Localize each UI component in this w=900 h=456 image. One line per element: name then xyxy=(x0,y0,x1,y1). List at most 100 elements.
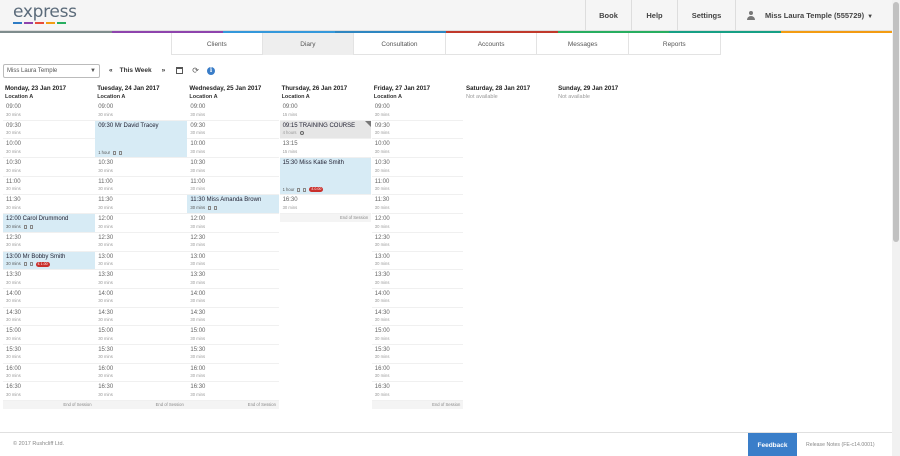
time-slot[interactable]: 09:30 30 mins xyxy=(371,120,464,140)
tab-consultation[interactable]: Consultation xyxy=(354,33,446,55)
time-slot[interactable]: 10:30 30 mins xyxy=(371,158,464,177)
time-slot[interactable]: 15:00 30 mins xyxy=(95,326,187,345)
time-slot[interactable]: 13:15 15 mins xyxy=(279,139,372,159)
time-slot[interactable]: 11:30 30 mins xyxy=(3,195,95,215)
release-notes-link[interactable]: Release Notes (FE-c14.0001) xyxy=(806,442,875,448)
slot-time: 14:30 xyxy=(98,309,114,316)
settings-button[interactable]: Settings xyxy=(677,0,735,31)
time-slot[interactable]: 14:30 30 mins xyxy=(187,307,279,327)
time-slot[interactable]: 12:30 30 mins xyxy=(371,232,464,252)
time-slot[interactable]: 15:00 30 mins xyxy=(371,326,464,345)
time-slot[interactable]: 11:00 30 mins xyxy=(371,176,464,196)
slot-time: 12:30 xyxy=(374,234,390,241)
time-slot[interactable]: 16:30 30 mins xyxy=(3,382,95,401)
time-slot[interactable]: 11:30 30 mins xyxy=(95,195,187,215)
next-week-button[interactable]: » xyxy=(162,67,166,74)
time-slot[interactable]: 15:00 30 mins xyxy=(3,326,95,345)
slot-duration: 30 mins xyxy=(375,317,461,323)
time-slot[interactable]: 14:30 30 mins xyxy=(371,307,464,327)
slot-time: 13:15 xyxy=(282,141,298,148)
time-slot[interactable]: 11:30 30 mins xyxy=(371,195,464,215)
help-button[interactable]: Help xyxy=(631,0,677,31)
time-slot[interactable]: 10:30 30 mins xyxy=(3,158,95,177)
training-block[interactable]: 09:15 TRAINING COURSE 4 hours xyxy=(279,120,372,140)
time-slot[interactable]: 13:00 30 mins xyxy=(187,251,279,271)
appointment[interactable]: 13:00 Mr Bobby Smith 30 mins £ 1.00 xyxy=(3,251,95,271)
time-slot[interactable]: 14:00 30 mins xyxy=(371,288,464,308)
appointment[interactable]: 15:30 Miss Katie Smith 1 hour £ 0.00 xyxy=(279,158,372,196)
duration-text: 30 mins xyxy=(98,354,113,360)
appointment[interactable]: 11:30 Miss Amanda Brown 30 mins xyxy=(187,195,279,215)
time-slot[interactable]: 09:00 30 mins xyxy=(371,102,464,121)
time-slot[interactable]: 09:00 30 mins xyxy=(187,102,279,121)
time-slot[interactable]: 11:00 30 mins xyxy=(187,176,279,196)
time-slot[interactable]: 14:30 30 mins xyxy=(3,307,95,327)
time-slot[interactable]: 10:30 30 mins xyxy=(95,158,187,177)
prev-week-button[interactable]: « xyxy=(109,67,113,74)
time-slot[interactable]: 12:30 30 mins xyxy=(95,232,187,252)
this-week-button[interactable]: This Week xyxy=(120,67,152,74)
tab-messages[interactable]: Messages xyxy=(537,33,629,55)
time-slot[interactable]: 10:00 30 mins xyxy=(371,139,464,159)
time-slot[interactable]: 11:00 30 mins xyxy=(95,176,187,196)
logo[interactable]: express xyxy=(13,4,77,24)
time-slot[interactable]: 09:00 30 mins xyxy=(95,102,187,121)
time-slot[interactable]: 12:00 30 mins xyxy=(95,214,187,233)
slot-duration: 30 mins xyxy=(6,224,92,230)
time-slot[interactable]: 15:30 30 mins xyxy=(187,344,279,364)
scrollbar-thumb[interactable] xyxy=(893,2,899,242)
time-slot[interactable]: 16:00 30 mins xyxy=(3,363,95,383)
time-slot[interactable]: 16:00 30 mins xyxy=(95,363,187,383)
time-slot[interactable]: 15:00 30 mins xyxy=(187,326,279,345)
time-slot[interactable]: 14:30 30 mins xyxy=(95,307,187,327)
time-slot[interactable]: 09:00 30 mins xyxy=(3,102,95,121)
appointment[interactable]: 12:00 Carol Drummond 30 mins xyxy=(3,214,95,233)
time-slot[interactable]: 16:30 30 mins xyxy=(95,382,187,402)
book-button[interactable]: Book xyxy=(585,0,631,31)
time-slot[interactable]: 13:30 30 mins xyxy=(187,270,279,289)
tab-accounts[interactable]: Accounts xyxy=(446,33,538,55)
time-slot[interactable]: 10:30 30 mins xyxy=(187,158,279,177)
tab-diary[interactable]: Diary xyxy=(262,33,355,55)
page-scrollbar[interactable] xyxy=(892,0,900,456)
time-slot[interactable]: 14:00 30 mins xyxy=(187,288,279,308)
time-slot[interactable]: 12:00 30 mins xyxy=(371,214,464,233)
time-slot[interactable]: 09:00 15 mins xyxy=(279,102,372,121)
time-slot[interactable]: 13:30 30 mins xyxy=(3,270,95,289)
time-slot[interactable]: 16:00 30 mins xyxy=(187,363,279,383)
time-slot[interactable]: 15:30 30 mins xyxy=(3,344,95,364)
tab-clients[interactable]: Clients xyxy=(171,33,263,55)
calendar-icon[interactable] xyxy=(176,67,184,74)
time-slot[interactable]: 13:30 30 mins xyxy=(95,270,187,289)
time-slot[interactable]: 10:00 30 mins xyxy=(3,139,95,159)
time-slot[interactable]: 16:30 30 mins xyxy=(279,195,372,215)
time-slot[interactable]: 12:30 30 mins xyxy=(3,232,95,252)
slot-time: 15:00 xyxy=(190,328,206,335)
time-slot[interactable]: 09:30 30 mins xyxy=(3,120,95,140)
practitioner-select[interactable]: Miss Laura Temple ▼ xyxy=(3,63,100,78)
info-icon[interactable]: i xyxy=(206,66,215,75)
time-slot[interactable]: 12:00 30 mins xyxy=(187,214,279,233)
tab-reports[interactable]: Reports xyxy=(629,33,721,55)
slot-duration: 30 mins xyxy=(98,298,184,304)
time-slot[interactable]: 10:00 30 mins xyxy=(187,139,279,159)
duration-text: 30 mins xyxy=(374,317,390,323)
time-slot[interactable]: 16:30 30 mins xyxy=(371,382,464,401)
time-slot[interactable]: 16:00 30 mins xyxy=(371,363,464,383)
time-slot[interactable]: 11:00 30 mins xyxy=(3,176,95,196)
time-slot[interactable]: 16:30 30 mins xyxy=(187,382,279,401)
time-slot[interactable]: 15:30 30 mins xyxy=(95,344,187,364)
time-slot[interactable]: 14:00 30 mins xyxy=(3,288,95,308)
user-menu[interactable]: Miss Laura Temple (555729) ▼ xyxy=(735,0,892,31)
appointment[interactable]: 09:30 Mr David Tracey 1 hour xyxy=(95,120,187,159)
refresh-icon[interactable]: ⟳ xyxy=(192,66,199,75)
time-slot[interactable]: 12:30 30 mins xyxy=(187,232,279,252)
time-slot[interactable]: 14:00 30 mins xyxy=(95,288,187,308)
feedback-button[interactable]: Feedback xyxy=(748,433,797,456)
time-slot[interactable]: 15:30 30 mins xyxy=(371,344,464,364)
time-slot[interactable]: 09:30 30 mins xyxy=(187,120,279,140)
time-slot[interactable]: 13:00 30 mins xyxy=(95,251,187,271)
duration-text: 30 mins xyxy=(190,391,206,397)
time-slot[interactable]: 13:00 30 mins xyxy=(371,251,464,271)
time-slot[interactable]: 13:30 30 mins xyxy=(371,270,464,289)
